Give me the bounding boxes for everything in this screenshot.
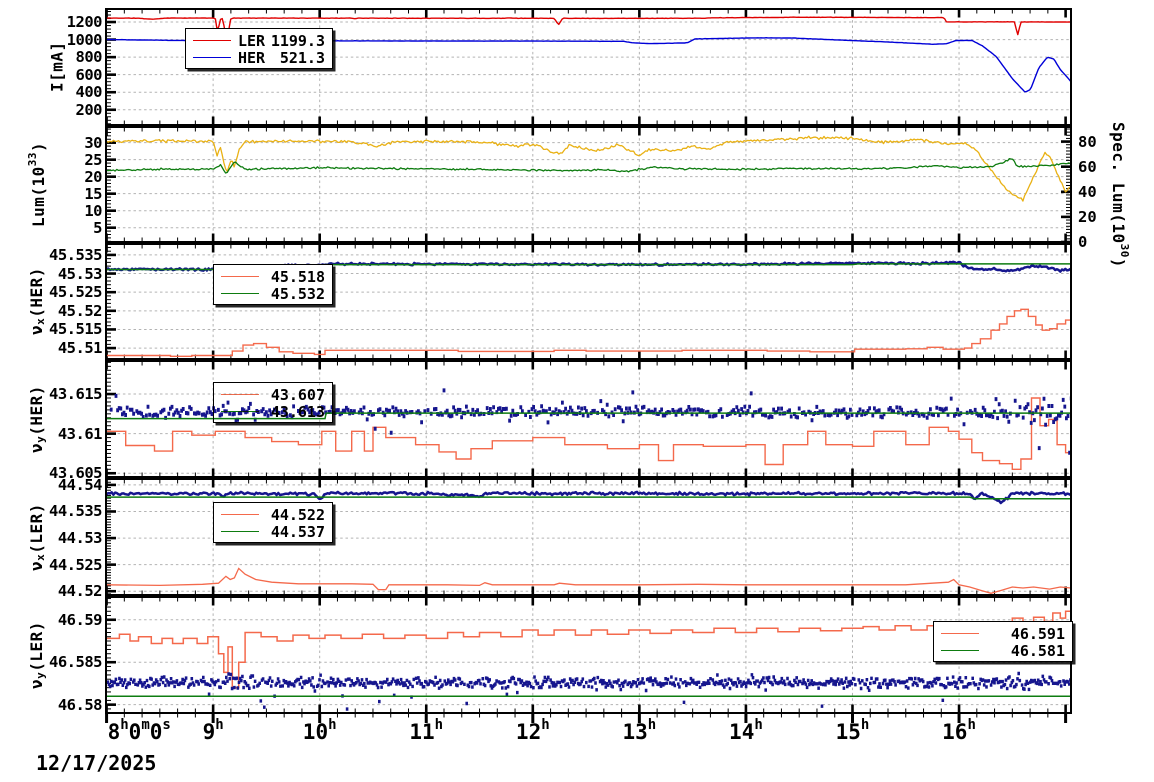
y-tick-label-right: 20 bbox=[1078, 207, 1097, 226]
legend-row: 43.607 bbox=[221, 385, 325, 404]
date-label: 12/17/2025 bbox=[36, 751, 157, 775]
legend-series-value: 521.3 bbox=[279, 48, 325, 67]
series-specific-luminosity bbox=[106, 158, 1071, 174]
y-tick-label: 44.53 bbox=[57, 529, 103, 548]
series-nuy-ler-measured bbox=[106, 671, 1072, 714]
legend-line-sample bbox=[221, 276, 259, 277]
y-tick-label: 45.525 bbox=[49, 283, 103, 302]
legend-row: HER 521.3 bbox=[193, 48, 325, 67]
legend-line-sample bbox=[193, 57, 231, 58]
y-tick-label-right: 40 bbox=[1078, 182, 1097, 201]
legend-row: 43.613 bbox=[221, 402, 325, 421]
y-tick-label: 43.61 bbox=[57, 424, 103, 443]
legend-series-value: 1199.3 bbox=[270, 31, 325, 50]
x-tick-label: 11h bbox=[409, 717, 444, 744]
series-luminosity bbox=[106, 135, 1071, 202]
legend-series-value: 46.591 bbox=[1010, 624, 1065, 643]
legend-line-sample bbox=[941, 633, 979, 634]
legend-series-value: 45.532 bbox=[270, 284, 325, 303]
beam-tune-monitor-figure: I[mA] Lum(1033) νx(HER) νy(HER) νx(LER) … bbox=[0, 0, 1154, 782]
y-tick-label: 1200 bbox=[66, 13, 103, 32]
y-tick-label: 45.51 bbox=[57, 339, 103, 358]
y-tick-label: 10 bbox=[84, 201, 102, 220]
series-nux-her-setpoint-trace bbox=[106, 308, 1072, 357]
y-tick-label: 44.52 bbox=[57, 582, 103, 601]
legend-row: 46.581 bbox=[941, 641, 1065, 660]
legend-row: 45.532 bbox=[221, 284, 325, 303]
y-tick-label: 45.52 bbox=[57, 301, 103, 320]
y-tick-label: 25 bbox=[84, 150, 102, 169]
panel-plot-nuy-ler bbox=[105, 596, 1072, 714]
x-tick-label: 9h bbox=[202, 717, 224, 744]
x-tick-label: 14h bbox=[729, 717, 763, 744]
legend-row: 45.518 bbox=[221, 267, 325, 286]
legend-series-value: 46.581 bbox=[1010, 641, 1065, 660]
y-tick-label: 46.59 bbox=[57, 610, 103, 629]
y-tick-label: 30 bbox=[84, 133, 102, 152]
y-tick-label: 5 bbox=[93, 218, 102, 237]
y-tick-label: 15 bbox=[84, 184, 102, 203]
legend-series-value: 44.522 bbox=[270, 505, 325, 524]
y-tick-label: 44.54 bbox=[57, 475, 103, 494]
legend-series-value: 44.537 bbox=[270, 522, 325, 541]
panel-plot-luminosity bbox=[105, 126, 1072, 243]
y-tick-label: 200 bbox=[75, 100, 103, 119]
legend-row: LER 1199.3 bbox=[193, 31, 325, 50]
y-tick-label-right: 60 bbox=[1078, 157, 1097, 176]
y-tick-label-right: 80 bbox=[1078, 132, 1097, 151]
series-nux-ler-reference bbox=[106, 496, 1071, 500]
legend-line-sample bbox=[941, 650, 979, 651]
y-tick-label: 45.53 bbox=[57, 264, 103, 283]
legend-line-sample bbox=[221, 411, 259, 412]
x-tick-label: 13h bbox=[622, 717, 657, 744]
y-tick-label: 800 bbox=[75, 48, 103, 67]
legend-nux-ler: 44.522 44.537 bbox=[213, 502, 333, 543]
legend-row: 44.537 bbox=[221, 522, 325, 541]
x-tick-label: 10h bbox=[302, 717, 337, 744]
legend-line-sample bbox=[221, 293, 259, 294]
legend-series-value: 43.613 bbox=[270, 402, 325, 421]
legend-line-sample bbox=[221, 531, 259, 532]
legend-series-value: 43.607 bbox=[270, 385, 325, 404]
y-tick-label: 46.585 bbox=[49, 653, 103, 672]
y-axis-label-nuy-her: νy(HER) bbox=[26, 385, 48, 453]
y-tick-label: 1000 bbox=[66, 30, 103, 49]
legend-line-sample bbox=[221, 394, 259, 395]
y-tick-label: 400 bbox=[75, 83, 103, 102]
x-tick-label: 12h bbox=[515, 717, 550, 744]
legend-series-value: 45.518 bbox=[270, 267, 325, 286]
x-tick-label: 8h0m0s bbox=[107, 717, 171, 744]
y-tick-label: 20 bbox=[84, 167, 102, 186]
y-tick-label: 43.615 bbox=[49, 385, 103, 404]
legend-line-sample bbox=[193, 40, 231, 41]
x-tick-label: 16h bbox=[942, 717, 976, 744]
x-tick-label: 15h bbox=[835, 717, 870, 744]
legend-nux-her: 45.518 45.532 bbox=[213, 264, 333, 305]
y-tick-label: 44.525 bbox=[49, 555, 103, 574]
y-tick-label-right: 0 bbox=[1078, 232, 1088, 251]
legend-line-sample bbox=[221, 514, 259, 515]
legend-series-name: LER bbox=[238, 31, 266, 50]
legend-row: 44.522 bbox=[221, 505, 325, 524]
legend-nuy-her: 43.607 43.613 bbox=[213, 382, 333, 423]
legend-beam-current: LER 1199.3 HER 521.3 bbox=[185, 28, 333, 69]
legend-nuy-ler: 46.591 46.581 bbox=[933, 621, 1073, 662]
series-nux-ler-setpoint-trace bbox=[106, 567, 1071, 594]
y-tick-label: 45.535 bbox=[49, 245, 103, 264]
y-tick-label: 45.515 bbox=[49, 320, 103, 339]
y-tick-label: 46.58 bbox=[57, 695, 103, 714]
x-axis-tick-strip bbox=[105, 714, 1068, 723]
y-tick-label: 600 bbox=[75, 65, 103, 84]
y-tick-label: 44.535 bbox=[49, 502, 103, 521]
legend-series-name: HER bbox=[238, 48, 266, 67]
legend-row: 46.591 bbox=[941, 624, 1065, 643]
